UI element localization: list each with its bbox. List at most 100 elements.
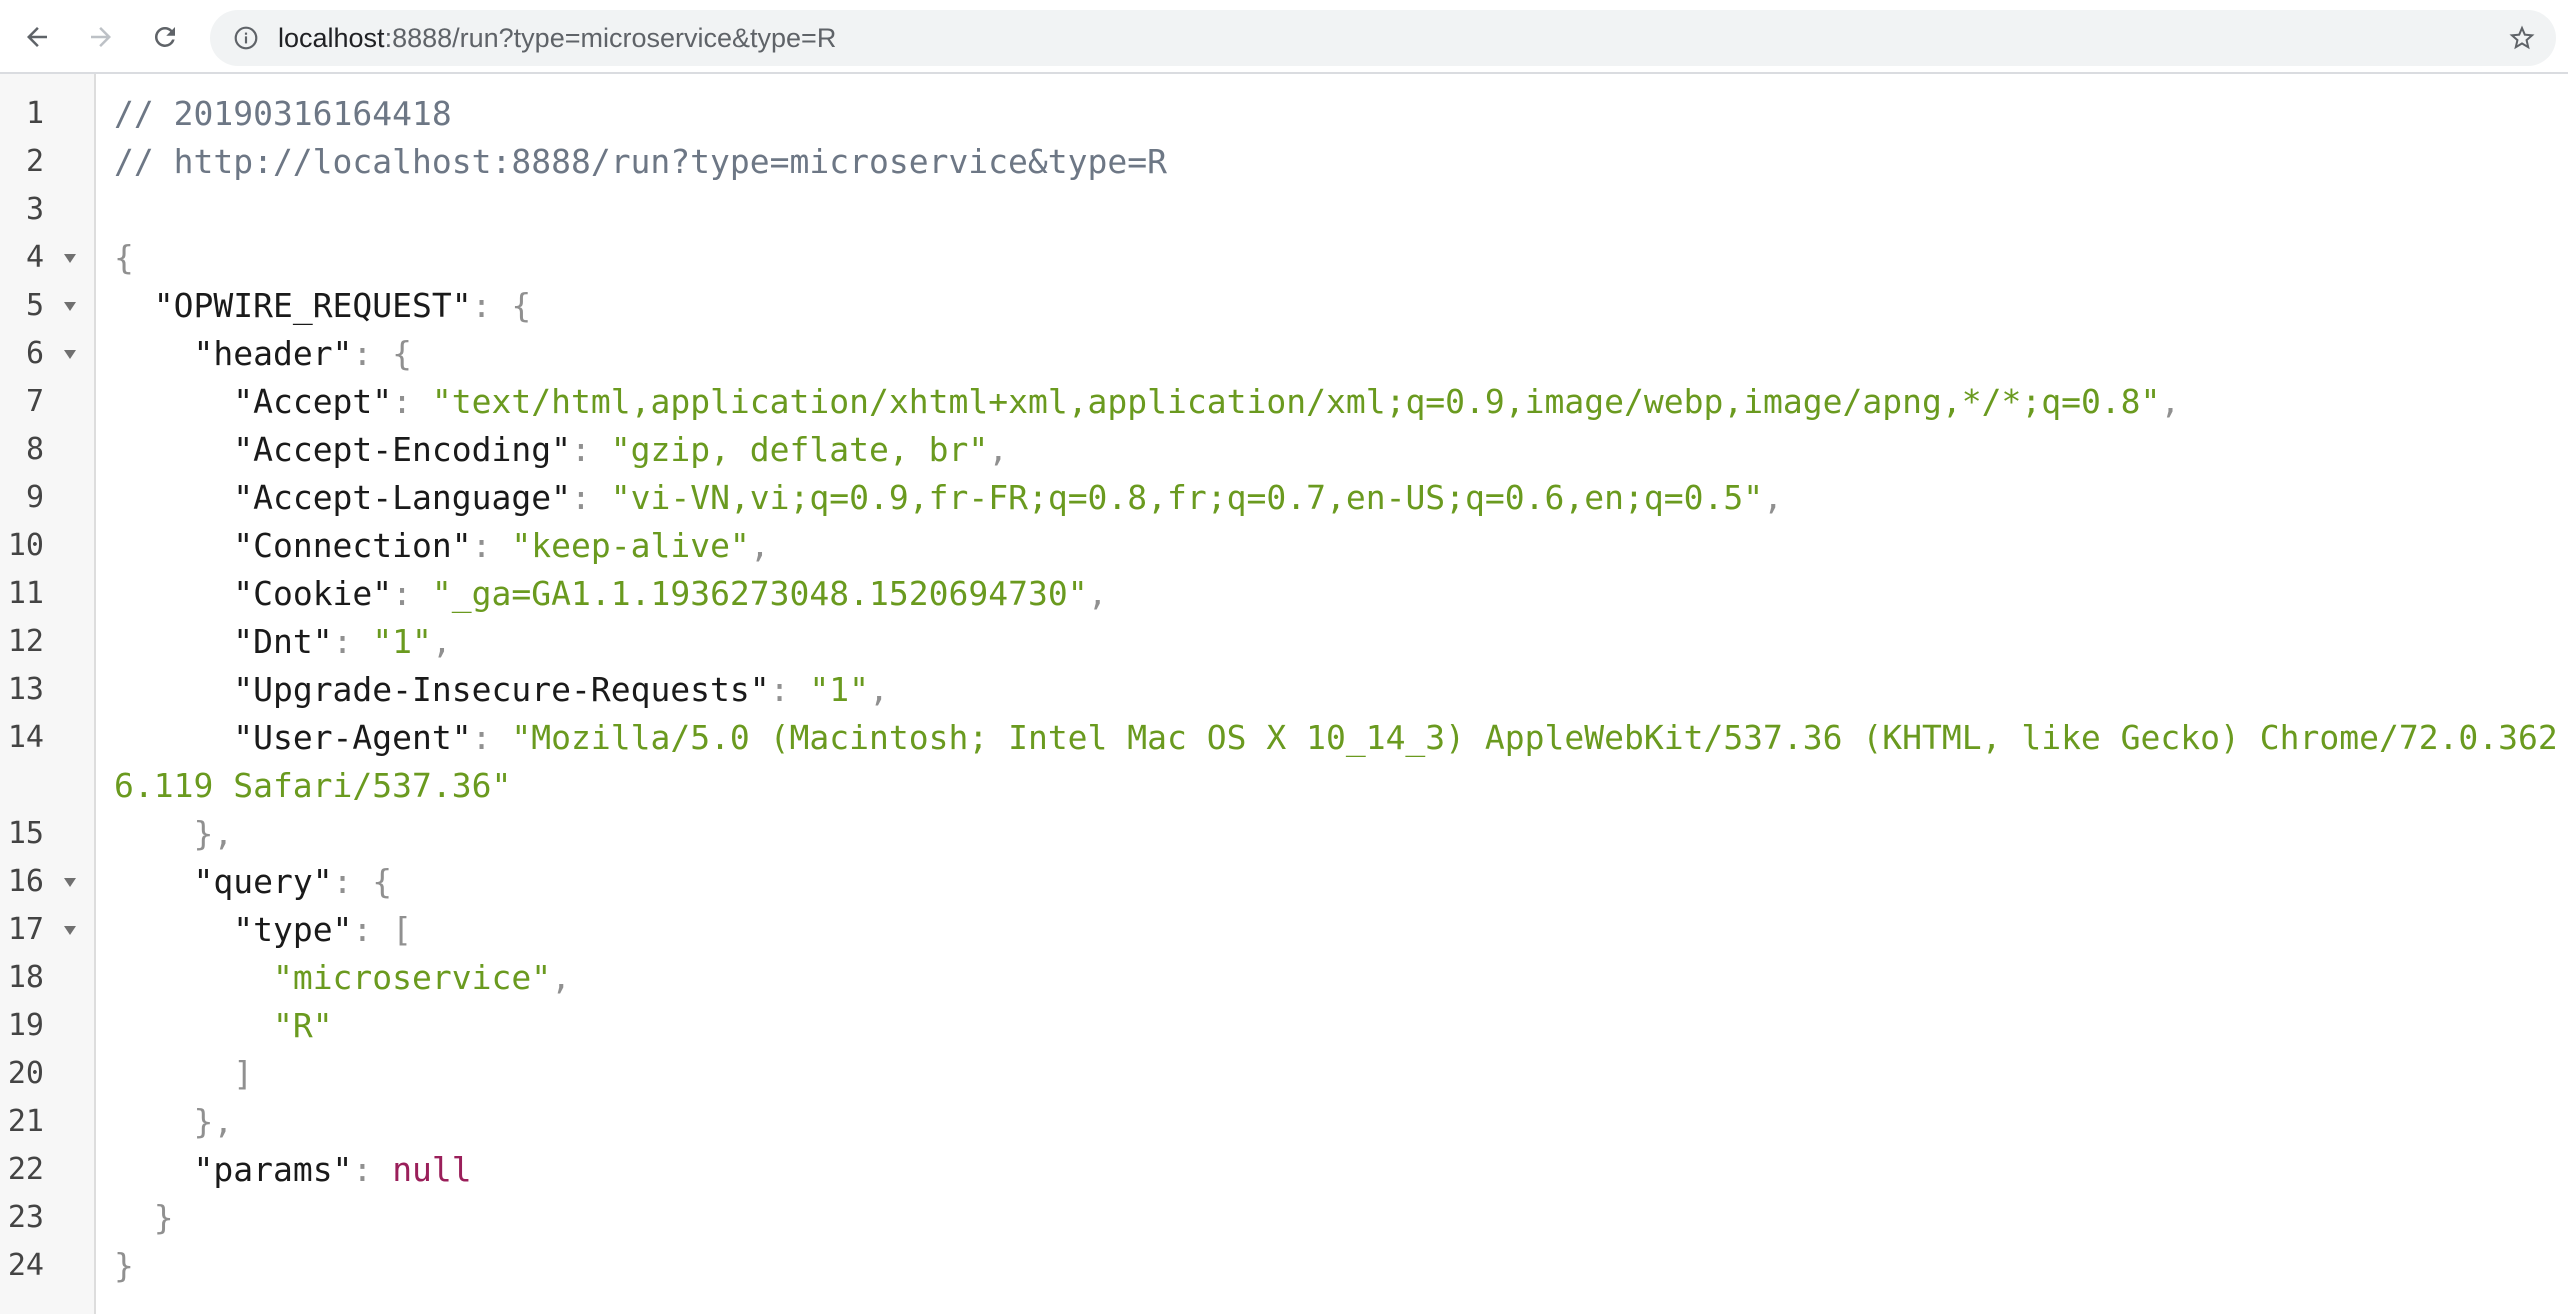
reload-button[interactable]	[142, 14, 188, 60]
json-key: "Accept"	[233, 382, 393, 421]
code-line: 10 "Connection": "keep-alive",	[0, 522, 2568, 570]
line-number: 8	[25, 432, 44, 467]
code-line: 18 "microservice",	[0, 954, 2568, 1002]
json-punct: : [	[352, 910, 413, 949]
url-path: :8888/run?type=microservice&type=R	[384, 23, 837, 53]
code-line: 12 "Dnt": "1",	[0, 618, 2568, 666]
json-key: "Cookie"	[233, 574, 393, 613]
arrow-right-icon	[91, 27, 111, 47]
json-brace: },	[193, 814, 234, 853]
code-line: 5 "OPWIRE_REQUEST": {	[0, 282, 2568, 330]
json-viewer: 1 // 20190316164418 2 // http://localhos…	[0, 74, 2568, 1314]
url-text[interactable]: localhost:8888/run?type=microservice&typ…	[278, 10, 836, 66]
line-number: 19	[7, 1008, 44, 1043]
json-string: "1"	[372, 622, 432, 661]
json-brace: },	[193, 1102, 234, 1141]
line-number: 3	[25, 192, 44, 227]
json-punct: :	[570, 478, 611, 517]
line-number: 5	[25, 288, 44, 323]
json-key: "header"	[193, 334, 353, 373]
line-number: 20	[7, 1056, 44, 1091]
line-number: 6	[25, 336, 44, 371]
code-line: 6 "header": {	[0, 330, 2568, 378]
json-string: "1"	[809, 670, 870, 709]
json-punct: :	[392, 382, 432, 421]
json-key: "User-Agent"	[233, 718, 472, 757]
json-key: "params"	[193, 1150, 353, 1189]
json-punct: :	[392, 574, 432, 613]
json-comma: ,	[551, 958, 571, 997]
comment-timestamp: // 20190316164418	[114, 94, 452, 133]
json-string: "text/html,application/xhtml+xml,applica…	[431, 382, 2161, 421]
line-number: 7	[25, 384, 44, 419]
fold-toggle-icon[interactable]	[64, 302, 76, 311]
code-line: 16 "query": {	[0, 858, 2568, 906]
json-comma: ,	[988, 430, 1009, 469]
fold-toggle-icon[interactable]	[64, 878, 76, 887]
line-number: 23	[7, 1200, 44, 1235]
back-button[interactable]	[14, 14, 60, 60]
json-comma: ,	[1763, 478, 1783, 517]
reload-icon	[154, 26, 175, 47]
line-number: 1	[25, 96, 44, 131]
line-number: 15	[7, 816, 44, 851]
code-line: 13 "Upgrade-Insecure-Requests": "1",	[0, 666, 2568, 714]
code-line: 23 }	[0, 1194, 2568, 1242]
fold-toggle-icon[interactable]	[64, 350, 76, 359]
code-line: 11 "Cookie": "_ga=GA1.1.1936273048.15206…	[0, 570, 2568, 618]
json-key: "Accept-Language"	[233, 478, 571, 517]
json-punct: :	[769, 670, 810, 709]
json-brace: }	[153, 1198, 174, 1237]
json-key: "Upgrade-Insecure-Requests"	[233, 670, 770, 709]
json-brace: {	[114, 238, 134, 277]
json-comma: ,	[1087, 574, 1108, 613]
line-number: 13	[7, 672, 44, 707]
json-code: 1 // 20190316164418 2 // http://localhos…	[0, 90, 2568, 1290]
star-icon	[2509, 25, 2535, 50]
json-punct: : {	[352, 334, 413, 373]
arrow-left-icon	[27, 27, 47, 47]
code-line: 8 "Accept-Encoding": "gzip, deflate, br"…	[0, 426, 2568, 474]
line-number: 17	[7, 912, 44, 947]
code-line: 15 },	[0, 810, 2568, 858]
json-key: "Connection"	[233, 526, 472, 565]
code-line: 1 // 20190316164418	[0, 90, 2568, 138]
site-info-button[interactable]	[230, 22, 262, 54]
comment-url: // http://localhost:8888/run?type=micros…	[114, 142, 1167, 181]
line-number: 22	[7, 1152, 44, 1187]
fold-toggle-icon[interactable]	[64, 926, 76, 935]
line-number: 21	[7, 1104, 44, 1139]
json-punct: :	[471, 526, 512, 565]
code-line: 17 "type": [	[0, 906, 2568, 954]
json-comma: ,	[2160, 382, 2181, 421]
json-comma: ,	[749, 526, 770, 565]
url-host: localhost	[278, 23, 385, 53]
code-line: 20 ]	[0, 1050, 2568, 1098]
forward-button[interactable]	[78, 14, 124, 60]
json-punct: : {	[471, 286, 532, 325]
line-number: 9	[25, 480, 44, 515]
json-string: "keep-alive"	[511, 526, 750, 565]
json-string: "microservice"	[272, 958, 552, 997]
address-bar[interactable]: localhost:8888/run?type=microservice&typ…	[210, 10, 2556, 66]
code-line: 3	[0, 186, 2568, 234]
browser-toolbar: localhost:8888/run?type=microservice&typ…	[0, 0, 2568, 74]
json-punct: :	[352, 1150, 393, 1189]
json-bracket: ]	[233, 1054, 254, 1093]
json-key: "query"	[193, 862, 333, 901]
bookmark-button[interactable]	[2500, 16, 2544, 60]
json-string: "gzip, deflate, br"	[610, 430, 989, 469]
code-line: 19 "R"	[0, 1002, 2568, 1050]
info-icon	[234, 26, 258, 50]
line-number: 12	[7, 624, 44, 659]
code-line: 7 "Accept": "text/html,application/xhtml…	[0, 378, 2568, 426]
json-string: "R"	[272, 1006, 333, 1045]
json-key: "Dnt"	[233, 622, 333, 661]
line-number: 24	[7, 1248, 44, 1283]
code-line: 22 "params": null	[0, 1146, 2568, 1194]
json-brace: }	[114, 1246, 134, 1285]
json-punct: :	[332, 622, 373, 661]
code-line: 4 {	[0, 234, 2568, 282]
fold-toggle-icon[interactable]	[64, 254, 76, 263]
json-string: "vi-VN,vi;q=0.9,fr-FR;q=0.8,fr;q=0.7,en-…	[610, 478, 1764, 517]
